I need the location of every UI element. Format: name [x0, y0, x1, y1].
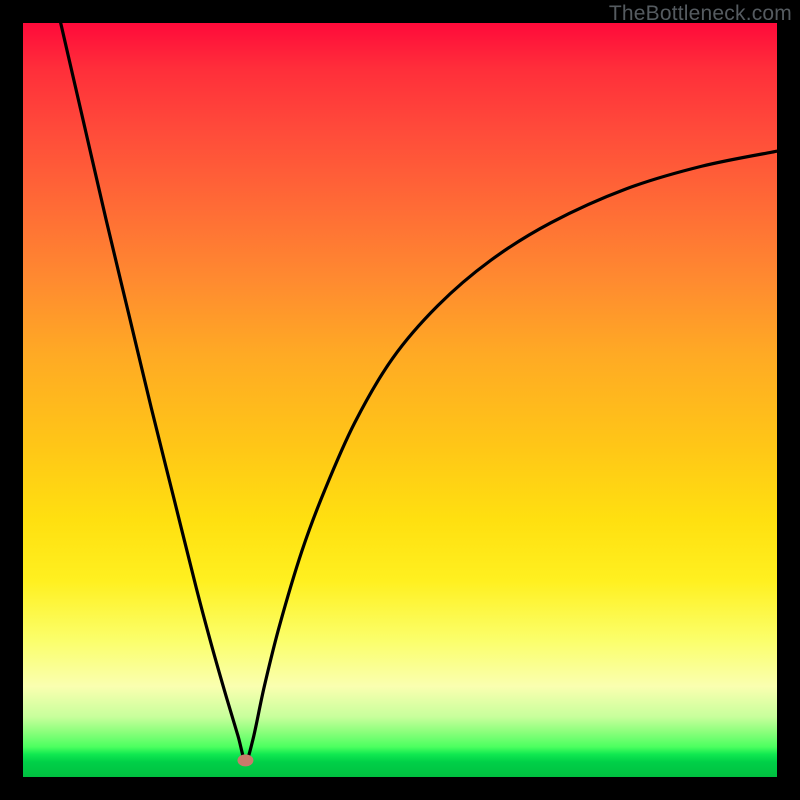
bottleneck-curve-svg: [23, 23, 777, 777]
watermark-text: TheBottleneck.com: [609, 2, 792, 26]
chart-frame: TheBottleneck.com: [0, 0, 800, 800]
optimal-point-marker: [237, 754, 253, 766]
bottleneck-curve-path: [61, 23, 777, 760]
